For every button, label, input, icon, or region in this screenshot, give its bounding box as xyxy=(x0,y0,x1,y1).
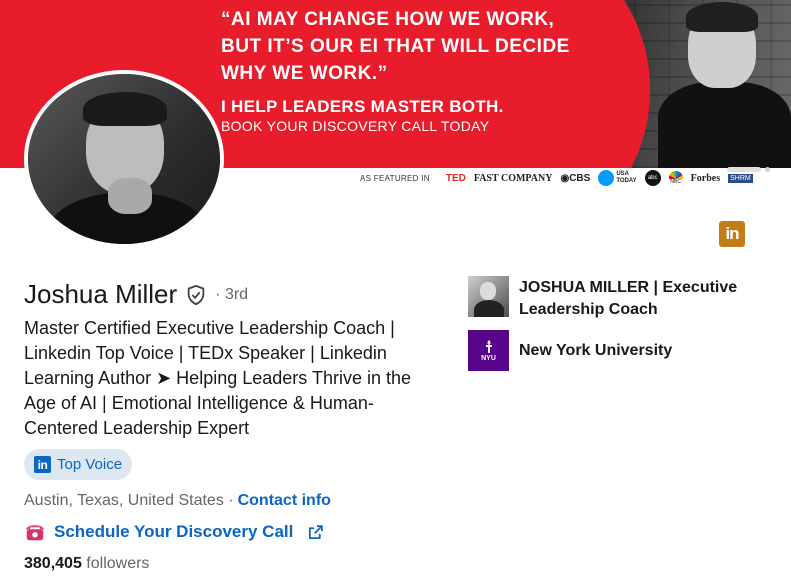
cbs-logo: ◉CBS xyxy=(560,172,591,184)
contact-info-link[interactable]: Contact info xyxy=(238,492,331,510)
banner-quote: “AI MAY CHANGE HOW WE WORK, BUT IT’S OUR… xyxy=(221,9,570,84)
nyu-logo: NYU xyxy=(468,330,509,371)
forbes-logo: Forbes xyxy=(690,172,721,184)
company-name: JOSHUA MILLER | Executive Leadership Coa… xyxy=(519,279,738,318)
external-link-icon xyxy=(309,524,324,539)
nbc-logo: NBC xyxy=(668,171,683,185)
fast-company-logo: FAST COMPANY xyxy=(473,172,553,184)
telephone-icon xyxy=(25,525,45,541)
ted-logo: TED xyxy=(445,172,466,184)
profile-name: Joshua Miller xyxy=(24,279,178,309)
connection-degree: · 3rd xyxy=(215,285,249,303)
torch-icon xyxy=(485,339,492,353)
verified-shield-icon[interactable] xyxy=(185,283,207,307)
school-name: New York University xyxy=(519,342,673,359)
schedule-discovery-call-link[interactable]: Schedule Your Discovery Call xyxy=(54,522,293,542)
featured-label: AS FEATURED IN xyxy=(360,173,430,183)
usa-today-logo: USA TODAY xyxy=(598,170,637,186)
company-logo xyxy=(468,276,509,317)
linkedin-icon: in xyxy=(34,456,51,473)
followers-count: 380,405 followers xyxy=(24,555,150,572)
profile-headline: Master Certified Executive Leadership Co… xyxy=(24,318,411,438)
abc-logo: abc xyxy=(644,170,661,186)
top-voice-label: Top Voice xyxy=(57,456,123,473)
profile-avatar[interactable] xyxy=(24,70,224,248)
banner-cta: BOOK YOUR DISCOVERY CALL TODAY xyxy=(221,118,490,134)
linkedin-premium-icon[interactable]: in xyxy=(719,221,745,247)
banner-pager[interactable] xyxy=(727,167,770,172)
current-company[interactable]: JOSHUA MILLER | Executive Leadership Coa… xyxy=(468,276,769,321)
banner-pitch: I HELP LEADERS MASTER BOTH. xyxy=(221,97,504,116)
top-voice-badge[interactable]: in Top Voice xyxy=(24,449,133,480)
featured-in-strip: AS FEATURED IN TED FAST COMPANY ◉CBS USA… xyxy=(360,170,753,186)
location-row: Austin, Texas, United States · Contact i… xyxy=(24,492,331,510)
schedule-row[interactable]: Schedule Your Discovery Call xyxy=(24,521,324,543)
education-school[interactable]: NYU New York University xyxy=(468,330,769,371)
name-row: Joshua Miller · 3rd xyxy=(24,279,248,310)
location-text: Austin, Texas, United States · xyxy=(24,492,234,509)
shrm-logo: SHRM xyxy=(728,173,753,183)
